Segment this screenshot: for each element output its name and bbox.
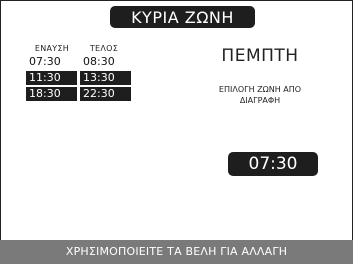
schedule-row[interactable]: 07:30 08:30 <box>26 55 136 69</box>
schedule-header: ΕΝΑΥΣΗ ΤΕΛΟΣ <box>26 44 136 53</box>
instruction-text: ΕΠΙΛΟΓΗ ΖΩΝΗ ΑΠΟ ΔΙΑΓΡΑΦΗ <box>200 84 320 106</box>
selected-time-display[interactable]: 07:30 <box>228 152 318 176</box>
schedule-row[interactable]: 11:30 13:30 <box>26 71 136 85</box>
column-header-on: ΕΝΑΥΣΗ <box>34 44 70 53</box>
zone-schedule-table: ΕΝΑΥΣΗ ΤΕΛΟΣ 07:30 08:30 11:30 13:30 18:… <box>26 44 136 101</box>
on-time-cell[interactable]: 07:30 <box>26 55 77 69</box>
off-time-cell[interactable]: 08:30 <box>80 55 131 69</box>
off-time-cell[interactable]: 22:30 <box>80 87 131 101</box>
footer-hint-bar: ΧΡΗΣΙΜΟΠΟΙΕΙΤΕ ΤΑ ΒΕΛΗ ΓΙΑ ΑΛΛΑΓΗ <box>0 240 353 264</box>
instruction-line-2: ΔΙΑΓΡΑΦΗ <box>239 96 281 105</box>
instruction-line-1: ΕΠΙΛΟΓΗ ΖΩΝΗ ΑΠΟ <box>218 85 302 94</box>
off-time-cell[interactable]: 13:30 <box>80 71 131 85</box>
schedule-row[interactable]: 18:30 22:30 <box>26 87 136 101</box>
screen-frame <box>0 0 353 264</box>
on-time-cell[interactable]: 18:30 <box>26 87 77 101</box>
on-time-cell[interactable]: 11:30 <box>26 71 77 85</box>
page-title: ΚΥΡΙΑ ΖΩΝΗ <box>110 6 255 28</box>
day-label: ΠΕΜΠΤΗ <box>221 46 299 66</box>
column-header-off: ΤΕΛΟΣ <box>89 44 119 53</box>
